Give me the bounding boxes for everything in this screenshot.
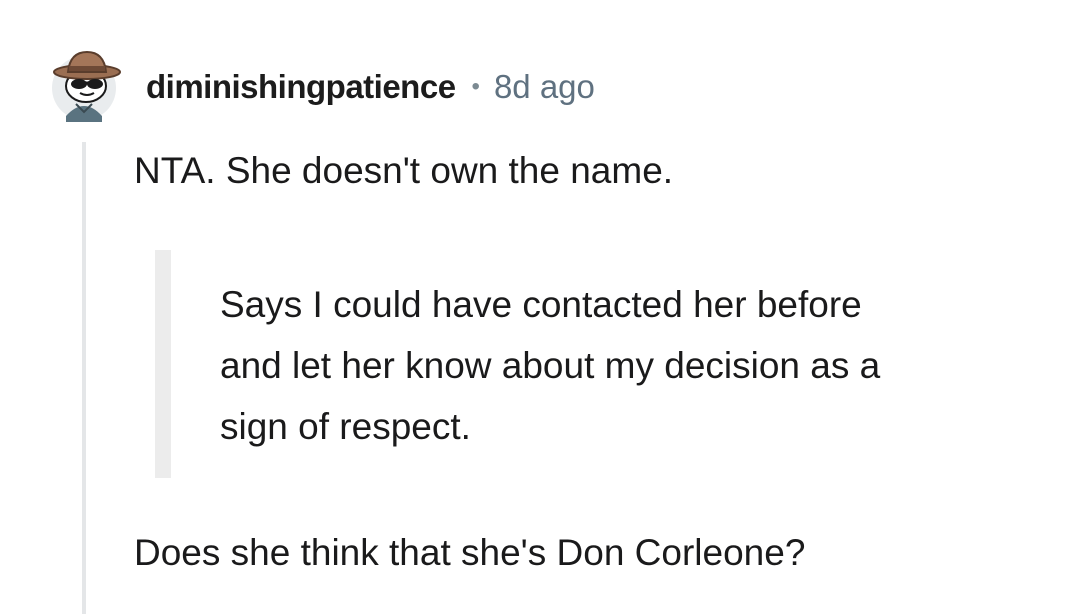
- blockquote-line: and let her know about my decision as a: [220, 345, 881, 386]
- timestamp[interactable]: 8d ago: [494, 68, 595, 106]
- username-link[interactable]: diminishingpatience: [146, 68, 456, 106]
- blockquote: Says I could have contacted her before a…: [220, 274, 1040, 457]
- thread-collapse-line[interactable]: [82, 142, 86, 614]
- blockquote-bar: [155, 250, 171, 478]
- comment-paragraph: NTA. She doesn't own the name.: [134, 150, 674, 191]
- comment-paragraph: Does she think that she's Don Corleone?: [134, 532, 806, 573]
- comment: diminishingpatience • 8d ago NTA. She do…: [0, 0, 1080, 614]
- meta-separator: •: [471, 73, 480, 100]
- blockquote-line: Says I could have contacted her before: [220, 284, 862, 325]
- blockquote-line: sign of respect.: [220, 406, 471, 447]
- comment-header: diminishingpatience • 8d ago: [146, 64, 595, 110]
- snoo-avatar-icon[interactable]: [50, 46, 122, 122]
